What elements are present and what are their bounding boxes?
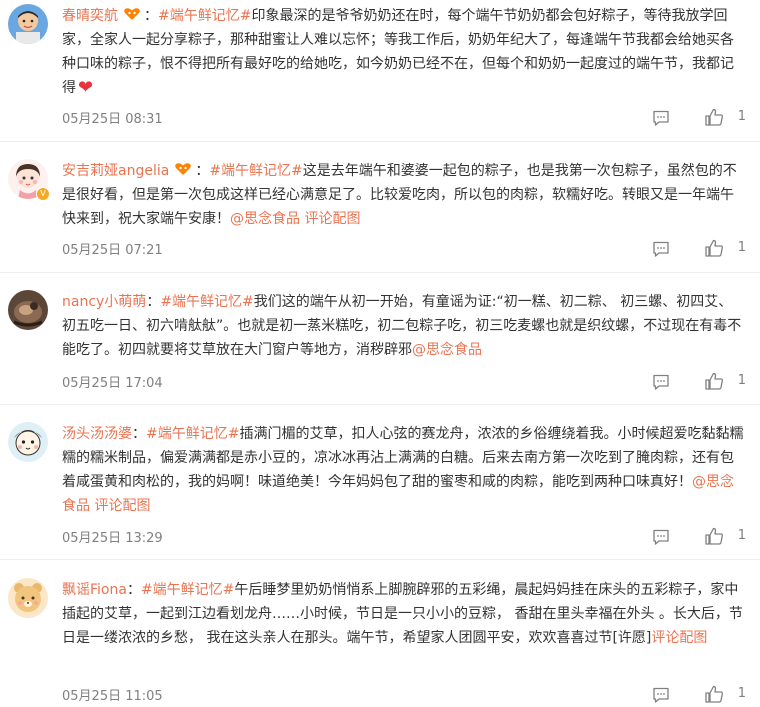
avatar-cartoon-face [8,422,48,462]
comment-meta: 05月25日 08:31 1 [62,108,746,128]
fan-badge-icon[interactable] [174,162,192,176]
avatar-child-photo [8,4,48,44]
hashtag-link[interactable]: #端午鲜记忆# [141,582,234,598]
username[interactable]: nancy小萌萌 [62,294,146,310]
avatar[interactable] [8,4,48,44]
timestamp: 05月25日 11:05 [62,689,163,704]
username-colon: ： [126,582,141,598]
comment-icon[interactable] [652,373,670,391]
comment-item: V 安吉莉娅angelia ：#端午鲜记忆#这是去年端午和婆婆一起包的粽子，也是我… [0,159,760,289]
mention-link[interactable]: @思念食品 [412,342,482,358]
thumbs-up-icon[interactable] [704,108,724,126]
username[interactable]: 汤头汤汤婆 [62,426,132,442]
divider [0,559,760,560]
comment-item: 飘谣Fiona：#端午鲜记忆#午后睡梦里奶奶悄悄系上脚腕辟邪的五彩绳，晨起妈妈挂… [0,578,760,707]
mention-link[interactable]: @思念食品 [230,211,300,227]
comment-body: 飘谣Fiona：#端午鲜记忆#午后睡梦里奶奶悄悄系上脚腕辟邪的五彩绳，晨起妈妈挂… [62,578,746,650]
comment-image-link[interactable]: 评论配图 [94,498,150,514]
comment-icon[interactable] [652,240,670,258]
comment-item: 汤头汤汤婆：#端午鲜记忆#插满门楣的艾草，扣人心弦的赛龙舟，浓浓的乡俗缠绕着我。… [0,422,760,562]
comment-meta: 05月25日 17:04 1 [62,372,746,392]
comment-item: 春晴奕航 ：#端午鲜记忆#印象最深的是爷爷奶奶还在时，每个端午节奶奶都会包好粽子，… [0,4,760,142]
hashtag-link[interactable]: #端午鲜记忆# [146,426,239,442]
avatar-food-photo [8,290,48,330]
timestamp: 05月25日 08:31 [62,112,163,127]
timestamp: 05月25日 17:04 [62,376,163,391]
comment-icon[interactable] [652,528,670,546]
hashtag-link[interactable]: #端午鲜记忆# [209,163,302,179]
username-colon: ： [146,294,161,310]
comment-item: nancy小萌萌：#端午鲜记忆#我们这的端午从初一开始，有童谣为证:“初一糕、初… [0,290,760,415]
like-count: 1 [737,109,746,124]
thumbs-up-icon[interactable] [704,239,724,257]
thumbs-up-icon[interactable] [704,685,724,703]
avatar[interactable] [8,422,48,462]
avatar[interactable] [8,578,48,618]
hashtag-link[interactable]: #端午鲜记忆# [158,8,251,24]
hashtag-link[interactable]: #端午鲜记忆# [160,294,253,310]
avatar[interactable] [8,290,48,330]
username[interactable]: 春晴奕航 [62,8,118,24]
username-colon: ： [195,163,210,179]
timestamp: 05月25日 13:29 [62,531,163,546]
avatar-cartoon-bear [8,578,48,618]
divider [0,141,760,142]
like-count: 1 [737,528,746,543]
comment-body: 春晴奕航 ：#端午鲜记忆#印象最深的是爷爷奶奶还在时，每个端午节奶奶都会包好粽子，… [62,4,746,100]
username[interactable]: 安吉莉娅angelia [62,163,169,179]
timestamp: 05月25日 07:21 [62,243,163,258]
comment-image-link[interactable]: 评论配图 [304,211,360,227]
comment-body: 汤头汤汤婆：#端午鲜记忆#插满门楣的艾草，扣人心弦的赛龙舟，浓浓的乡俗缠绕着我。… [62,422,746,518]
fan-badge-icon[interactable] [123,7,141,21]
thumbs-up-icon[interactable] [704,372,724,390]
username[interactable]: 飘谣Fiona [62,582,127,598]
username-colon: ： [132,426,146,442]
comment-icon[interactable] [652,109,670,127]
comment-meta: 05月25日 07:21 1 [62,239,746,259]
comment-meta: 05月25日 11:05 1 [62,685,746,705]
comment-icon[interactable] [652,686,670,704]
like-count: 1 [737,373,746,388]
like-count: 1 [737,240,746,255]
divider [0,404,760,405]
verified-badge-icon: V [36,187,50,201]
comment-body: 安吉莉娅angelia ：#端午鲜记忆#这是去年端午和婆婆一起包的粽子，也是我第一… [62,159,746,231]
comment-meta: 05月25日 13:29 1 [62,527,746,547]
divider [0,272,760,273]
username-colon: ： [144,8,158,24]
comment-body: nancy小萌萌：#端午鲜记忆#我们这的端午从初一开始，有童谣为证:“初一糕、初… [62,290,746,362]
thumbs-up-icon[interactable] [704,527,724,545]
like-count: 1 [737,686,746,701]
comment-image-link[interactable]: 评论配图 [651,630,707,646]
comment-list: 春晴奕航 ：#端午鲜记忆#印象最深的是爷爷奶奶还在时，每个端午节奶奶都会包好粽子，… [0,0,760,707]
heart-emoji-icon: ❤ [78,77,94,98]
